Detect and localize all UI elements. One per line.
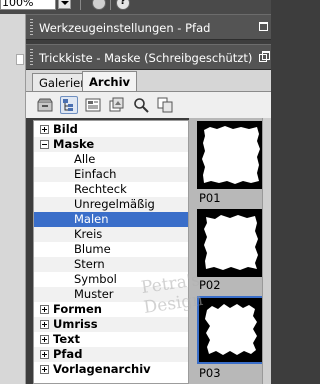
tree-item-label: Rechteck	[74, 182, 127, 196]
tree-item-label: Bild	[53, 122, 78, 136]
tree-item-einfach[interactable]: Einfach	[34, 167, 188, 182]
copy-icon[interactable]	[156, 96, 174, 114]
tree-item-label: Malen	[74, 212, 109, 226]
thumbnail-caption: P02	[199, 278, 221, 292]
tree-item-pfad[interactable]: Pfad	[34, 347, 188, 362]
mask-thumbnail-p02[interactable]	[197, 209, 265, 277]
tree-item-text[interactable]: Text	[34, 332, 188, 347]
dock-handle-icon[interactable]	[16, 54, 24, 65]
tree-item-label: Kreis	[74, 227, 103, 241]
tree-item-formen[interactable]: Formen	[34, 302, 188, 317]
thumbnail-grid: P01 P02 P03	[189, 118, 271, 384]
tree-item-blume[interactable]: Blume	[34, 242, 188, 257]
list-view-icon[interactable]	[84, 96, 102, 114]
palette-title: Trickkiste - Maske (Schreibgeschützt)	[39, 51, 253, 65]
tree-item-kreis[interactable]: Kreis	[34, 227, 188, 242]
tree-item-label: Umriss	[53, 317, 98, 331]
expand-plus-icon[interactable]	[40, 350, 49, 359]
tool-options-header[interactable]: Werkzeugeinstellungen - Pfad	[26, 14, 271, 40]
tree-item-maske[interactable]: Maske	[34, 137, 188, 152]
expand-plus-icon[interactable]	[40, 305, 49, 314]
tab-bar: Galerien Archiv	[26, 70, 271, 92]
collapse-minus-icon[interactable]	[40, 140, 49, 149]
grip-icon[interactable]	[30, 19, 33, 35]
tree-item-label: Muster	[74, 287, 114, 301]
tree-item-symbol[interactable]: Symbol	[34, 272, 188, 287]
tree-item-alle[interactable]: Alle	[34, 152, 188, 167]
tree-view-icon[interactable]	[60, 96, 78, 114]
tree-item-muster[interactable]: Muster	[34, 287, 188, 302]
thumbnail-scrollbar[interactable]	[262, 118, 271, 384]
thumbnail-caption: P03	[199, 366, 221, 380]
tree-item-label: Formen	[53, 302, 102, 316]
thumbnail-caption: P01	[199, 191, 221, 205]
tree-item-bild[interactable]: Bild	[34, 122, 188, 137]
tree-item-umriss[interactable]: Umriss	[34, 317, 188, 332]
zoom-field[interactable]: 100%	[0, 0, 56, 10]
expand-plus-icon[interactable]	[40, 125, 49, 134]
tree-item-vorlagenarchiv[interactable]: Vorlagenarchiv	[34, 362, 188, 377]
expand-plus-icon[interactable]	[40, 365, 49, 374]
expand-plus-icon[interactable]	[40, 335, 49, 344]
tree-item-label: Blume	[74, 242, 111, 256]
tree-item-label: Unregelmäßig	[74, 197, 155, 211]
mask-thumbnail-p03[interactable]	[197, 296, 265, 364]
archive-box-icon[interactable]	[36, 96, 54, 114]
tab-archiv[interactable]: Archiv	[82, 71, 138, 92]
maximize-icon[interactable]	[259, 22, 268, 31]
zoom-dropdown-arrow-icon[interactable]	[58, 0, 71, 9]
thumbnail-view-icon[interactable]	[108, 96, 126, 114]
category-tree: Bild Maske Alle Einfach Rechteck Unregel…	[33, 120, 189, 384]
tool-options-title: Werkzeugeinstellungen - Pfad	[39, 21, 211, 35]
tree-item-label: Pfad	[53, 347, 83, 361]
archive-toolbar	[26, 92, 271, 118]
tree-item-label: Stern	[74, 257, 105, 271]
tree-item-label: Vorlagenarchiv	[53, 362, 151, 376]
grip-icon[interactable]	[30, 49, 33, 65]
tool-round-icon[interactable]	[92, 0, 106, 10]
tree-item-unregelmaessig[interactable]: Unregelmäßig	[34, 197, 188, 212]
search-icon[interactable]	[132, 96, 150, 114]
tree-item-stern[interactable]: Stern	[34, 257, 188, 272]
mask-thumbnail-p01[interactable]	[197, 121, 265, 189]
tree-item-label: Einfach	[74, 167, 117, 181]
tree-item-rechteck[interactable]: Rechteck	[34, 182, 188, 197]
palette-header[interactable]: Trickkiste - Maske (Schreibgeschützt)	[26, 44, 271, 70]
toolbar-separator	[110, 0, 111, 10]
dock-strip	[0, 14, 26, 384]
toolbar-separator	[80, 0, 81, 10]
restore-icon[interactable]	[259, 51, 270, 62]
tree-item-label: Text	[53, 332, 81, 346]
top-toolbar: 100%	[0, 0, 271, 14]
help-icon[interactable]	[116, 0, 130, 10]
tree-item-label: Maske	[53, 137, 95, 151]
tree-item-malen[interactable]: Malen	[34, 212, 188, 227]
tree-item-label: Alle	[74, 152, 96, 166]
expand-plus-icon[interactable]	[40, 320, 49, 329]
tree-item-label: Symbol	[74, 272, 117, 286]
